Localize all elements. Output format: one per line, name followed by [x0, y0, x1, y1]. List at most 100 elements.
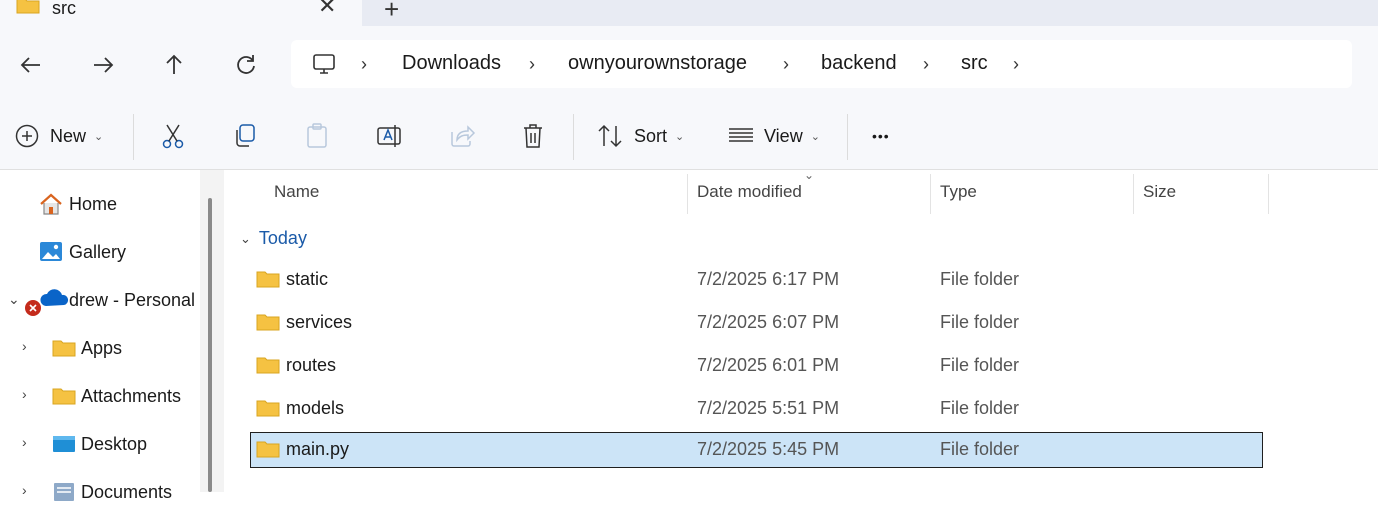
column-header-size[interactable]: Size	[1143, 182, 1176, 202]
new-button[interactable]: New ⌄	[14, 122, 103, 150]
breadcrumb-backend[interactable]: backend	[821, 52, 897, 75]
new-label: New	[50, 125, 87, 146]
chevron-right-icon[interactable]: ›	[529, 54, 535, 75]
column-divider[interactable]	[1133, 174, 1134, 214]
sidebar-item-home[interactable]: Home	[38, 189, 117, 219]
file-list: Name Date modified ⌄ Type Size ⌄ Today s…	[228, 168, 1378, 492]
chevron-down-icon[interactable]: ⌄	[8, 291, 20, 308]
chevron-down-icon: ⌄	[240, 230, 251, 246]
sort-icon	[598, 124, 622, 148]
sidebar-item-label: Attachments	[81, 385, 182, 406]
file-type: File folder	[940, 269, 1020, 289]
file-date: 7/2/2025 6:01 PM	[697, 355, 840, 375]
chevron-right-icon[interactable]: ›	[1013, 54, 1019, 75]
sidebar-item-documents[interactable]: Documents	[52, 477, 172, 507]
file-type: File folder	[940, 398, 1020, 418]
cut-icon[interactable]	[160, 122, 186, 150]
chevron-right-icon[interactable]: ›	[783, 54, 789, 75]
divider	[573, 114, 574, 160]
breadcrumb-src[interactable]: src	[961, 52, 988, 75]
up-icon[interactable]	[159, 50, 189, 80]
back-icon[interactable]	[16, 50, 46, 80]
documents-icon	[54, 483, 74, 501]
desktop-icon	[53, 436, 75, 452]
chevron-right-icon[interactable]: ›	[22, 386, 27, 402]
table-row[interactable]: models 7/2/2025 5:51 PM File folder	[250, 391, 1263, 427]
navigation-pane: Home Gallery ⌄ drew - Personal › Apps › …	[0, 170, 224, 502]
tab-title: src	[52, 0, 76, 18]
chevron-right-icon[interactable]: ›	[923, 54, 929, 75]
folder-icon	[52, 340, 76, 357]
new-tab-button[interactable]: +	[384, 0, 399, 25]
column-divider[interactable]	[1268, 174, 1269, 214]
column-header-name[interactable]: Name	[274, 182, 319, 202]
table-row-selected[interactable]: main.py 7/2/2025 5:45 PM File folder	[250, 432, 1263, 468]
sidebar-item-apps[interactable]: Apps	[52, 333, 122, 363]
more-options-icon[interactable]: •••	[872, 122, 890, 150]
share-icon[interactable]	[448, 122, 476, 150]
chevron-down-icon: ⌄	[810, 130, 820, 143]
sort-descending-icon: ⌄	[804, 168, 815, 182]
view-icon	[729, 128, 753, 142]
folder-icon	[16, 0, 40, 19]
group-header-today[interactable]: ⌄ Today	[240, 228, 307, 249]
folder-icon	[256, 269, 280, 294]
file-name: services	[286, 312, 353, 332]
sidebar-item-label: Gallery	[69, 241, 127, 262]
file-type: File folder	[940, 355, 1020, 375]
sort-button[interactable]: Sort ⌄	[596, 122, 684, 150]
onedrive-icon	[24, 288, 69, 316]
chevron-right-icon[interactable]: ›	[22, 338, 27, 354]
sidebar-item-label: Apps	[81, 337, 123, 358]
column-header-date-modified[interactable]: Date modified	[697, 182, 802, 202]
folder-icon	[256, 398, 280, 423]
plus-circle-icon	[15, 124, 39, 148]
gallery-icon	[40, 242, 62, 261]
folder-icon	[256, 439, 280, 464]
breadcrumb-downloads[interactable]: Downloads	[402, 52, 501, 75]
sidebar-item-desktop[interactable]: Desktop	[52, 429, 147, 459]
file-name: routes	[286, 355, 337, 375]
forward-icon[interactable]	[88, 50, 118, 80]
folder-icon	[52, 388, 76, 405]
sidebar-item-onedrive[interactable]: drew - Personal	[24, 285, 196, 316]
address-bar[interactable]: › Downloads › ownyourownstorage › backen…	[291, 40, 1352, 88]
chevron-down-icon: ⌄	[94, 130, 104, 143]
this-pc-icon[interactable]	[311, 51, 337, 82]
breadcrumb-ownyourownstorage[interactable]: ownyourownstorage	[568, 52, 747, 75]
chevron-right-icon[interactable]: ›	[361, 54, 367, 75]
table-row[interactable]: services 7/2/2025 6:07 PM File folder	[250, 305, 1263, 341]
chevron-right-icon[interactable]: ›	[22, 482, 27, 498]
file-date: 7/2/2025 6:07 PM	[697, 312, 840, 332]
folder-icon	[256, 355, 280, 380]
file-date: 7/2/2025 6:17 PM	[697, 269, 840, 289]
close-tab-icon[interactable]: ✕	[318, 0, 336, 19]
paste-icon[interactable]	[304, 122, 330, 150]
sidebar-scrollbar-thumb[interactable]	[208, 198, 212, 492]
delete-icon[interactable]	[520, 122, 546, 150]
rename-icon[interactable]	[376, 122, 404, 150]
sidebar-item-attachments[interactable]: Attachments	[52, 381, 181, 411]
column-divider[interactable]	[687, 174, 688, 214]
divider	[847, 114, 848, 160]
sidebar-item-label: Documents	[81, 481, 173, 502]
column-header-type[interactable]: Type	[940, 182, 977, 202]
view-button[interactable]: View ⌄	[728, 122, 820, 150]
sidebar-item-label: Home	[69, 193, 118, 214]
sidebar-item-gallery[interactable]: Gallery	[38, 237, 126, 267]
table-row[interactable]: routes 7/2/2025 6:01 PM File folder	[250, 348, 1263, 384]
sidebar-item-label: drew - Personal	[69, 289, 196, 310]
sidebar-scrollbar[interactable]	[200, 170, 224, 492]
file-name: main.py	[286, 439, 350, 459]
file-name: static	[286, 269, 329, 289]
file-type: File folder	[940, 439, 1020, 459]
sidebar-item-label: Desktop	[81, 433, 148, 454]
divider	[133, 114, 134, 160]
table-row[interactable]: static 7/2/2025 6:17 PM File folder	[250, 262, 1263, 298]
copy-icon[interactable]	[232, 122, 258, 150]
column-divider[interactable]	[930, 174, 931, 214]
tab-src[interactable]: src ✕	[0, 0, 362, 26]
sort-label: Sort	[634, 125, 668, 146]
refresh-icon[interactable]	[231, 50, 261, 80]
chevron-right-icon[interactable]: ›	[22, 434, 27, 450]
